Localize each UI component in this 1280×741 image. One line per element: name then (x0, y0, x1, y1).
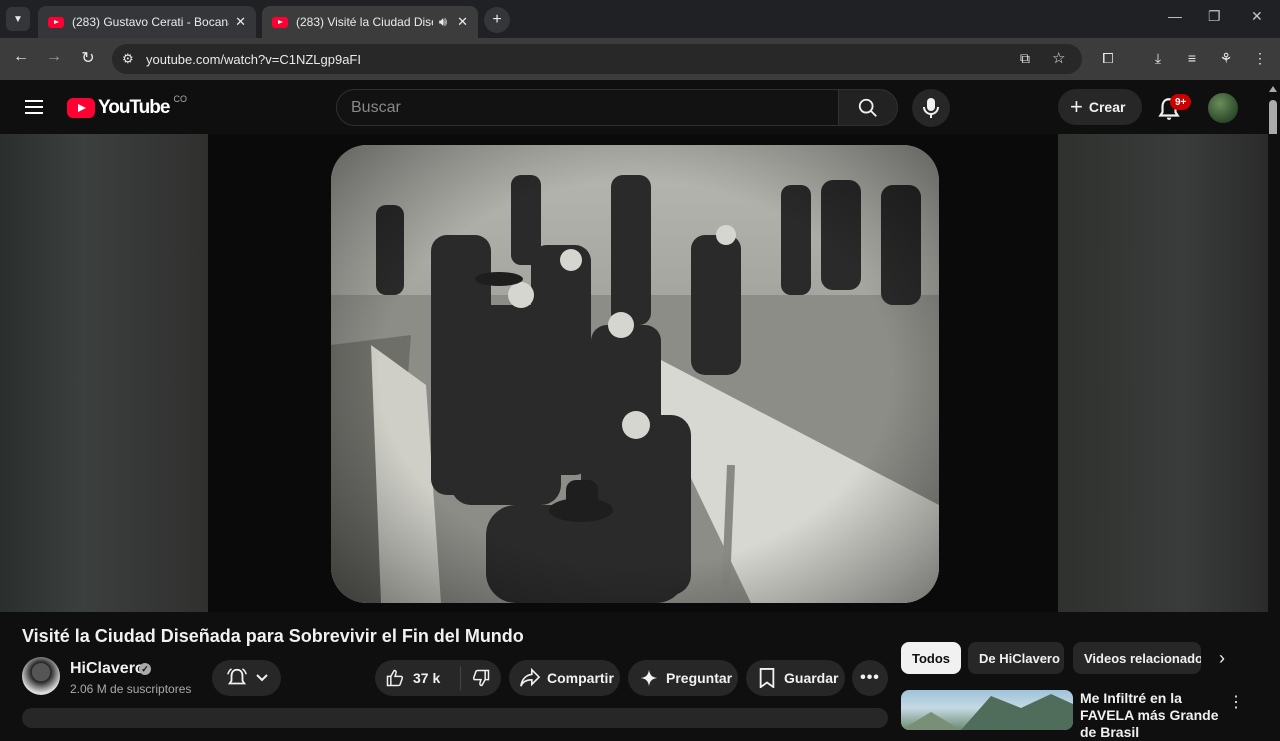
close-window-icon[interactable]: ✕ (1251, 8, 1263, 25)
media-control-icon[interactable]: ≡ (1182, 50, 1202, 66)
forward-arrow-icon[interactable]: → (43, 48, 65, 66)
save-label: Guardar (784, 670, 839, 686)
chevron-right-icon[interactable]: › (1210, 646, 1234, 670)
search-button[interactable] (838, 89, 898, 126)
bell-ring-icon (226, 668, 247, 685)
search-placeholder: Buscar (351, 98, 401, 116)
save-button[interactable]: Guardar (746, 660, 845, 696)
install-app-icon[interactable]: ⧉ (1020, 50, 1030, 67)
bookmark-icon (759, 668, 775, 688)
browser-menu-icon[interactable]: ⋮ (1250, 50, 1270, 67)
channel-name[interactable]: HiClavero (70, 660, 145, 678)
address-bar[interactable]: ⚙ youtube.com/watch?v=C1NZLgp9aFI ⧉ ☆ (112, 44, 1082, 74)
related-more-vertical-icon[interactable]: ⋮ (1228, 692, 1244, 712)
thumbnail-image (901, 694, 1073, 730)
site-info-icon[interactable]: ⚙ (122, 51, 134, 67)
more-horizontal-icon: ••• (860, 669, 880, 686)
ambient-right (1058, 134, 1268, 612)
chip-from-channel[interactable]: De HiClavero (968, 642, 1064, 674)
user-avatar[interactable] (1208, 93, 1238, 123)
channel-avatar[interactable] (22, 657, 60, 695)
extensions-icon[interactable]: ⧠ (1098, 50, 1118, 67)
archival-footage-image (331, 145, 939, 603)
scroll-up-arrow-icon[interactable] (1269, 86, 1277, 92)
close-tab-icon[interactable]: ✕ (235, 14, 246, 30)
tab-title: (283) Gustavo Cerati - Bocanad (72, 15, 230, 29)
search-icon (858, 98, 877, 117)
browser-toolbar: ← → ↻ ⚙ youtube.com/watch?v=C1NZLgp9aFI … (0, 38, 1280, 80)
logo-text: YouTube (98, 97, 170, 118)
like-button[interactable]: 37 k (375, 666, 461, 690)
subscriber-count: 2.06 M de suscriptores (70, 682, 192, 696)
browser-tab-2[interactable]: (283) Visité la Ciudad Diseñ 🔊︎ ✕ (262, 6, 478, 38)
more-actions-button[interactable]: ••• (852, 660, 888, 696)
youtube-favicon-icon (272, 16, 288, 28)
like-count: 37 k (413, 670, 441, 686)
notification-badge: 9+ (1170, 94, 1192, 110)
youtube-play-icon (67, 98, 95, 118)
verified-check-icon: ✓ (139, 663, 151, 675)
video-frame-image[interactable] (331, 145, 939, 603)
close-tab-icon[interactable]: ✕ (457, 14, 468, 30)
search-input[interactable]: Buscar (336, 89, 839, 126)
thumbs-down-icon (472, 669, 490, 687)
share-button[interactable]: Compartir (509, 660, 620, 696)
description-box[interactable] (22, 708, 888, 728)
video-player[interactable] (0, 134, 1280, 612)
back-arrow-icon[interactable]: ← (10, 48, 32, 66)
plus-icon: + (1070, 94, 1083, 119)
share-arrow-icon (520, 668, 541, 687)
profile-extension-icon[interactable]: ⚘ (1216, 50, 1236, 67)
voice-search-button[interactable] (912, 89, 950, 127)
share-label: Compartir (547, 670, 614, 686)
subscription-bell-button[interactable] (212, 660, 281, 696)
download-icon[interactable]: ⤓ (1148, 50, 1168, 67)
url-text: youtube.com/watch?v=C1NZLgp9aFI (146, 51, 361, 67)
chip-all[interactable]: Todos (901, 642, 961, 674)
browser-tab-bar: ▼ (283) Gustavo Cerati - Bocanad ✕ (283)… (0, 0, 1280, 38)
like-dislike-group: 37 k (375, 660, 501, 696)
country-code: CO (173, 94, 187, 104)
youtube-header: YouTube CO Buscar + Crear 9+ (0, 80, 1280, 134)
tab-title: (283) Visité la Ciudad Diseñ (296, 15, 433, 29)
create-button[interactable]: + Crear (1058, 89, 1142, 125)
tab-search-chevron-icon[interactable]: ▼ (6, 7, 30, 31)
chip-related-videos[interactable]: Videos relacionados (1073, 642, 1201, 674)
browser-tab-1[interactable]: (283) Gustavo Cerati - Bocanad ✕ (38, 6, 256, 38)
new-tab-button[interactable]: + (484, 7, 510, 33)
youtube-logo[interactable]: YouTube CO (67, 94, 187, 119)
ask-button[interactable]: Preguntar (628, 660, 738, 696)
sparkle-icon (640, 669, 658, 687)
youtube-favicon-icon (48, 16, 64, 28)
dislike-button[interactable] (461, 668, 501, 688)
microphone-icon (923, 98, 939, 118)
video-title: Visité la Ciudad Diseñada para Sobrevivi… (22, 626, 524, 646)
reload-icon[interactable]: ↻ (77, 48, 99, 68)
restore-icon[interactable]: ❐ (1208, 8, 1221, 25)
bookmark-star-icon[interactable]: ☆ (1052, 49, 1065, 67)
chevron-down-icon (255, 674, 268, 682)
speaker-icon[interactable]: 🔊︎ (439, 14, 447, 30)
ask-label: Preguntar (666, 670, 733, 686)
hamburger-menu-icon[interactable] (25, 100, 43, 114)
minimize-icon[interactable]: — (1168, 8, 1182, 24)
create-label: Crear (1088, 99, 1126, 115)
related-video-thumbnail[interactable] (901, 690, 1073, 730)
related-video-title[interactable]: Me Infiltré en la FAVELA más Grande de B… (1080, 690, 1228, 741)
ambient-left (0, 134, 208, 612)
thumbs-up-icon (386, 669, 404, 687)
